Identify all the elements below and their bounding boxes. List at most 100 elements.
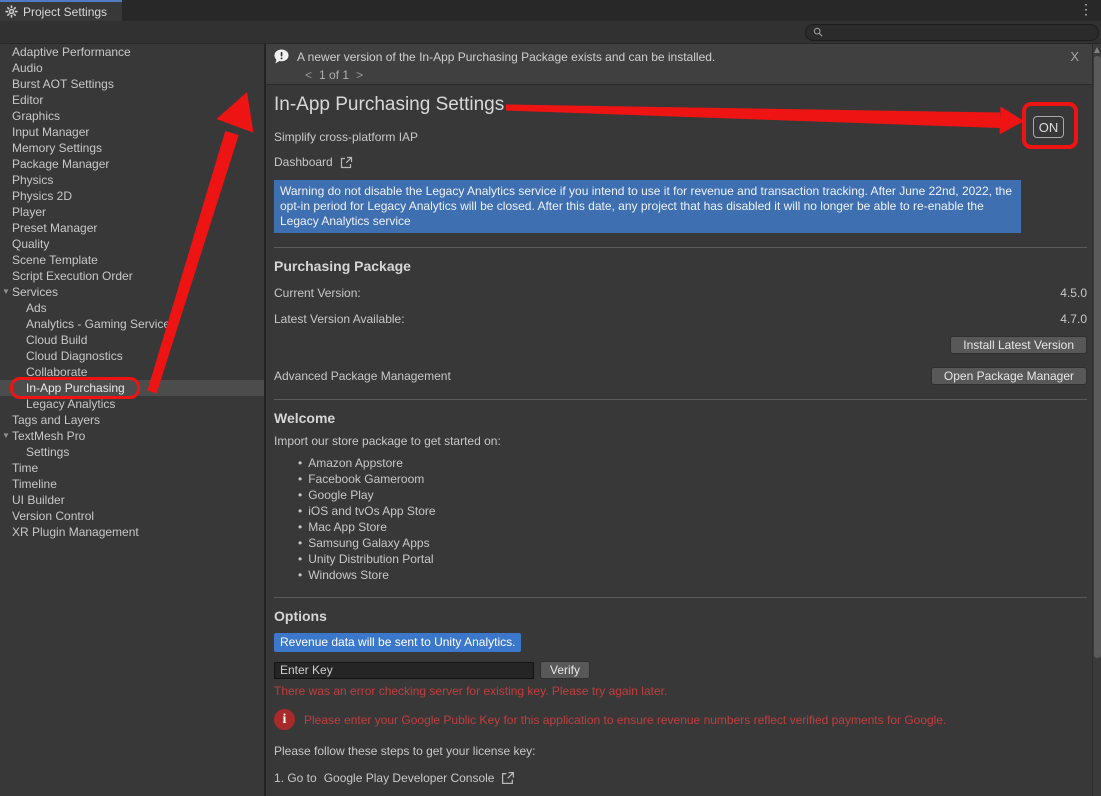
scroll-up-icon[interactable]: [1094, 47, 1100, 53]
install-latest-version-button[interactable]: Install Latest Version: [950, 336, 1087, 354]
sidebar-item-label: Quality: [12, 237, 49, 251]
sidebar-item[interactable]: ▼ XR Plugin Management: [0, 524, 264, 540]
sidebar-item[interactable]: ▼ TextMesh Pro: [0, 428, 264, 444]
sidebar-item[interactable]: ▼ Adaptive Performance: [0, 44, 264, 60]
sidebar-item[interactable]: ▼ Cloud Diagnostics: [0, 348, 264, 364]
sidebar-item-label: Cloud Diagnostics: [26, 349, 123, 363]
settings-sidebar: ▼ Adaptive Performance ▼ Audio ▼ Burst A…: [0, 44, 266, 796]
sidebar-item[interactable]: ▼ Cloud Build: [0, 332, 264, 348]
sidebar-item-label: Time: [12, 461, 38, 475]
pager-prev-icon[interactable]: <: [305, 68, 312, 82]
foldout-icon[interactable]: ▼: [2, 284, 10, 300]
sidebar-item-label: Player: [12, 205, 46, 219]
sidebar-item[interactable]: ▼ Settings: [0, 444, 264, 460]
legacy-analytics-warning: Warning do not disable the Legacy Analyt…: [274, 180, 1021, 233]
sidebar-item[interactable]: ▼ Version Control: [0, 508, 264, 524]
sidebar-item-label: Input Manager: [12, 125, 89, 139]
sidebar-item[interactable]: ▼ UI Builder: [0, 492, 264, 508]
gear-icon: [5, 5, 18, 18]
sidebar-item-label: Adaptive Performance: [12, 45, 131, 59]
toolbar: [0, 21, 1101, 44]
scrollbar-thumb[interactable]: [1094, 56, 1101, 658]
external-link-icon: [501, 771, 515, 785]
sidebar-item[interactable]: ▼ Audio: [0, 60, 264, 76]
pager-next-icon[interactable]: >: [356, 68, 363, 82]
verify-button[interactable]: Verify: [540, 661, 590, 679]
sidebar-item[interactable]: ▼ Scene Template: [0, 252, 264, 268]
sidebar-item-label: Burst AOT Settings: [12, 77, 114, 91]
sidebar-item[interactable]: ▼ Input Manager: [0, 124, 264, 140]
sidebar-item-label: XR Plugin Management: [12, 525, 139, 539]
store-list-item: Unity Distribution Portal: [298, 551, 1087, 567]
foldout-icon[interactable]: ▼: [2, 428, 10, 444]
sidebar-item[interactable]: ▼ Analytics - Gaming Services: [0, 316, 264, 332]
search-icon: [813, 27, 823, 37]
sidebar-item[interactable]: ▼ Physics: [0, 172, 264, 188]
sidebar-item[interactable]: ▼ Quality: [0, 236, 264, 252]
sidebar-item-label: Services: [12, 285, 58, 299]
sidebar-item[interactable]: ▼ Editor: [0, 92, 264, 108]
iap-on-toggle[interactable]: ON: [1033, 116, 1064, 138]
sidebar-item-label: Analytics - Gaming Services: [26, 317, 176, 331]
sidebar-item[interactable]: ▼ Preset Manager: [0, 220, 264, 236]
sidebar-item[interactable]: ▼ Player: [0, 204, 264, 220]
window-title: Project Settings: [23, 5, 107, 19]
welcome-heading: Welcome: [274, 410, 1087, 426]
key-input[interactable]: [274, 662, 534, 679]
vertical-scrollbar[interactable]: [1092, 44, 1101, 796]
open-package-manager-button[interactable]: Open Package Manager: [931, 367, 1087, 385]
sidebar-item-label: Audio: [12, 61, 43, 75]
alert-bubble-icon: [274, 49, 289, 64]
store-list: Amazon Appstore Facebook Gameroom Google…: [298, 455, 1087, 583]
step1-prefix: 1. Go to: [274, 771, 317, 785]
divider: [274, 597, 1087, 598]
page-title: In-App Purchasing Settings: [274, 94, 1087, 116]
sidebar-item[interactable]: ▼ Collaborate: [0, 364, 264, 380]
dashboard-label: Dashboard: [274, 155, 333, 169]
sidebar-item-label: Settings: [26, 445, 69, 459]
version-row-value: 4.7.0: [1060, 312, 1087, 326]
sidebar-item[interactable]: ▼ In-App Purchasing: [0, 380, 264, 396]
search-input[interactable]: [828, 26, 1091, 38]
dashboard-link[interactable]: Dashboard: [274, 155, 1087, 169]
version-row: Current Version: 4.5.0: [274, 286, 1087, 300]
sidebar-item[interactable]: ▼ Memory Settings: [0, 140, 264, 156]
step-1: 1. Go to Google Play Developer Console: [274, 771, 1087, 785]
sidebar-item[interactable]: ▼ Physics 2D: [0, 188, 264, 204]
sidebar-item-label: Legacy Analytics: [26, 397, 115, 411]
notice-text: A newer version of the In-App Purchasing…: [297, 50, 715, 64]
divider: [274, 399, 1087, 400]
close-icon[interactable]: X: [1070, 49, 1079, 64]
sidebar-item-label: Scene Template: [12, 253, 98, 267]
version-row: Latest Version Available: 4.7.0: [274, 312, 1087, 326]
sidebar-item[interactable]: ▼ Timeline: [0, 476, 264, 492]
kebab-menu-icon[interactable]: ⋮: [1071, 0, 1101, 21]
body: ▼ Adaptive Performance ▼ Audio ▼ Burst A…: [0, 44, 1101, 796]
sidebar-item[interactable]: ▼ Time: [0, 460, 264, 476]
sidebar-item-label: Physics: [12, 173, 53, 187]
tab-project-settings[interactable]: Project Settings: [0, 0, 122, 21]
sidebar-item-label: Timeline: [12, 477, 57, 491]
sidebar-item[interactable]: ▼ Legacy Analytics: [0, 396, 264, 412]
version-row-label: Current Version:: [274, 286, 361, 300]
sidebar-item-label: Package Manager: [12, 157, 109, 171]
sidebar-item[interactable]: ▼ Package Manager: [0, 156, 264, 172]
divider: [274, 247, 1087, 248]
search-box[interactable]: [805, 24, 1099, 41]
version-row-label: Latest Version Available:: [274, 312, 405, 326]
sidebar-item[interactable]: ▼ Tags and Layers: [0, 412, 264, 428]
store-list-item: Amazon Appstore: [298, 455, 1087, 471]
sidebar-item-label: Ads: [26, 301, 47, 315]
sidebar-item[interactable]: ▼ Ads: [0, 300, 264, 316]
sidebar-item[interactable]: ▼ Burst AOT Settings: [0, 76, 264, 92]
sidebar-item[interactable]: ▼ Graphics: [0, 108, 264, 124]
google-play-console-link[interactable]: Google Play Developer Console: [324, 771, 495, 785]
sidebar-item[interactable]: ▼ Script Execution Order: [0, 268, 264, 284]
version-rows: Current Version: 4.5.0 Latest Version Av…: [274, 286, 1087, 326]
sidebar-item-label: Collaborate: [26, 365, 87, 379]
store-list-item: Google Play: [298, 487, 1087, 503]
welcome-intro: Import our store package to get started …: [274, 434, 1087, 448]
store-list-item: Mac App Store: [298, 519, 1087, 535]
sidebar-item[interactable]: ▼ Services: [0, 284, 264, 300]
sidebar-item-label: TextMesh Pro: [12, 429, 85, 443]
